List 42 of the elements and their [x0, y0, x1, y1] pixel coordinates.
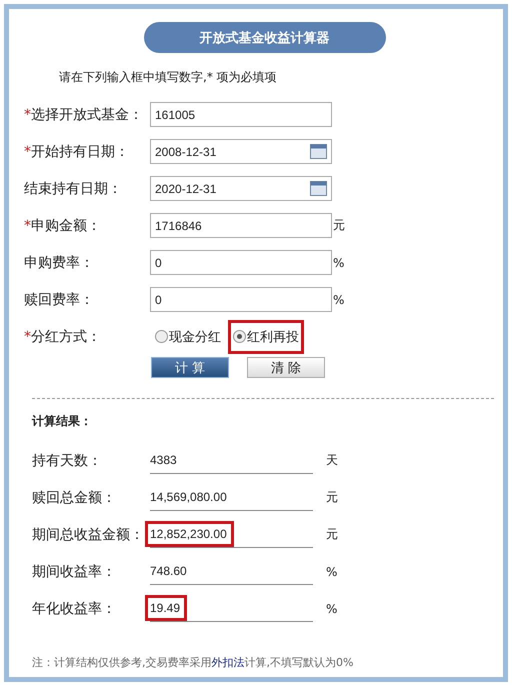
footnote: 注：计算结构仅供参考,交易费率采用外扣法计算,不填写默认为0%: [32, 655, 354, 670]
result-label: 持有天数：: [32, 452, 103, 470]
calendar-icon[interactable]: [310, 181, 327, 196]
result-value: 19.49: [145, 595, 188, 621]
field-label: *开始持有日期：: [24, 142, 130, 160]
input-field[interactable]: 1716846: [150, 213, 332, 238]
unit-label: %: [326, 602, 338, 616]
unit-label: 元: [326, 526, 338, 543]
result-label: 赎回总金额：: [32, 488, 117, 506]
field-label: *申购金额：: [24, 216, 102, 234]
result-value: 14,569,080.00: [149, 489, 228, 506]
result-value: 12,852,230.00: [145, 521, 234, 547]
field-label: *分红方式：: [24, 328, 102, 346]
date-field[interactable]: 2008-12-31: [150, 139, 332, 164]
unit-label: %: [333, 292, 344, 306]
unit-label: 元: [333, 217, 345, 234]
input-field[interactable]: 161005: [150, 102, 332, 127]
field-label: 申购费率：: [24, 254, 95, 272]
date-field[interactable]: 2020-12-31: [150, 176, 332, 201]
clear-button[interactable]: 清 除: [247, 357, 325, 378]
unit-label: %: [333, 256, 344, 270]
radio-option[interactable]: 红利再投: [228, 320, 304, 354]
input-field[interactable]: 0: [150, 287, 332, 312]
calculator-title: 开放式基金收益计算器: [144, 22, 386, 53]
unit-label: %: [326, 564, 338, 578]
field-label: *选择开放式基金：: [24, 106, 144, 124]
result-value: 748.60: [149, 563, 188, 580]
result-label: 期间收益率：: [32, 562, 117, 580]
field-label: 结束持有日期：: [24, 180, 123, 198]
field-label: 赎回费率：: [24, 290, 95, 308]
result-value: 4383: [149, 452, 178, 469]
instruction-text: 请在下列输入框中填写数字,* 项为必填项: [59, 69, 278, 86]
result-label: 期间总收益金额：: [32, 526, 145, 544]
calculate-button[interactable]: 计 算: [151, 357, 229, 378]
results-heading: 计算结果：: [32, 413, 93, 430]
result-label: 年化收益率：: [32, 600, 117, 618]
unit-label: 元: [326, 489, 338, 506]
calendar-icon[interactable]: [310, 144, 327, 159]
unit-label: 天: [326, 452, 338, 469]
link[interactable]: 外扣法: [212, 656, 244, 669]
radio-option[interactable]: 现金分红: [150, 320, 226, 354]
input-field[interactable]: 0: [150, 250, 332, 275]
